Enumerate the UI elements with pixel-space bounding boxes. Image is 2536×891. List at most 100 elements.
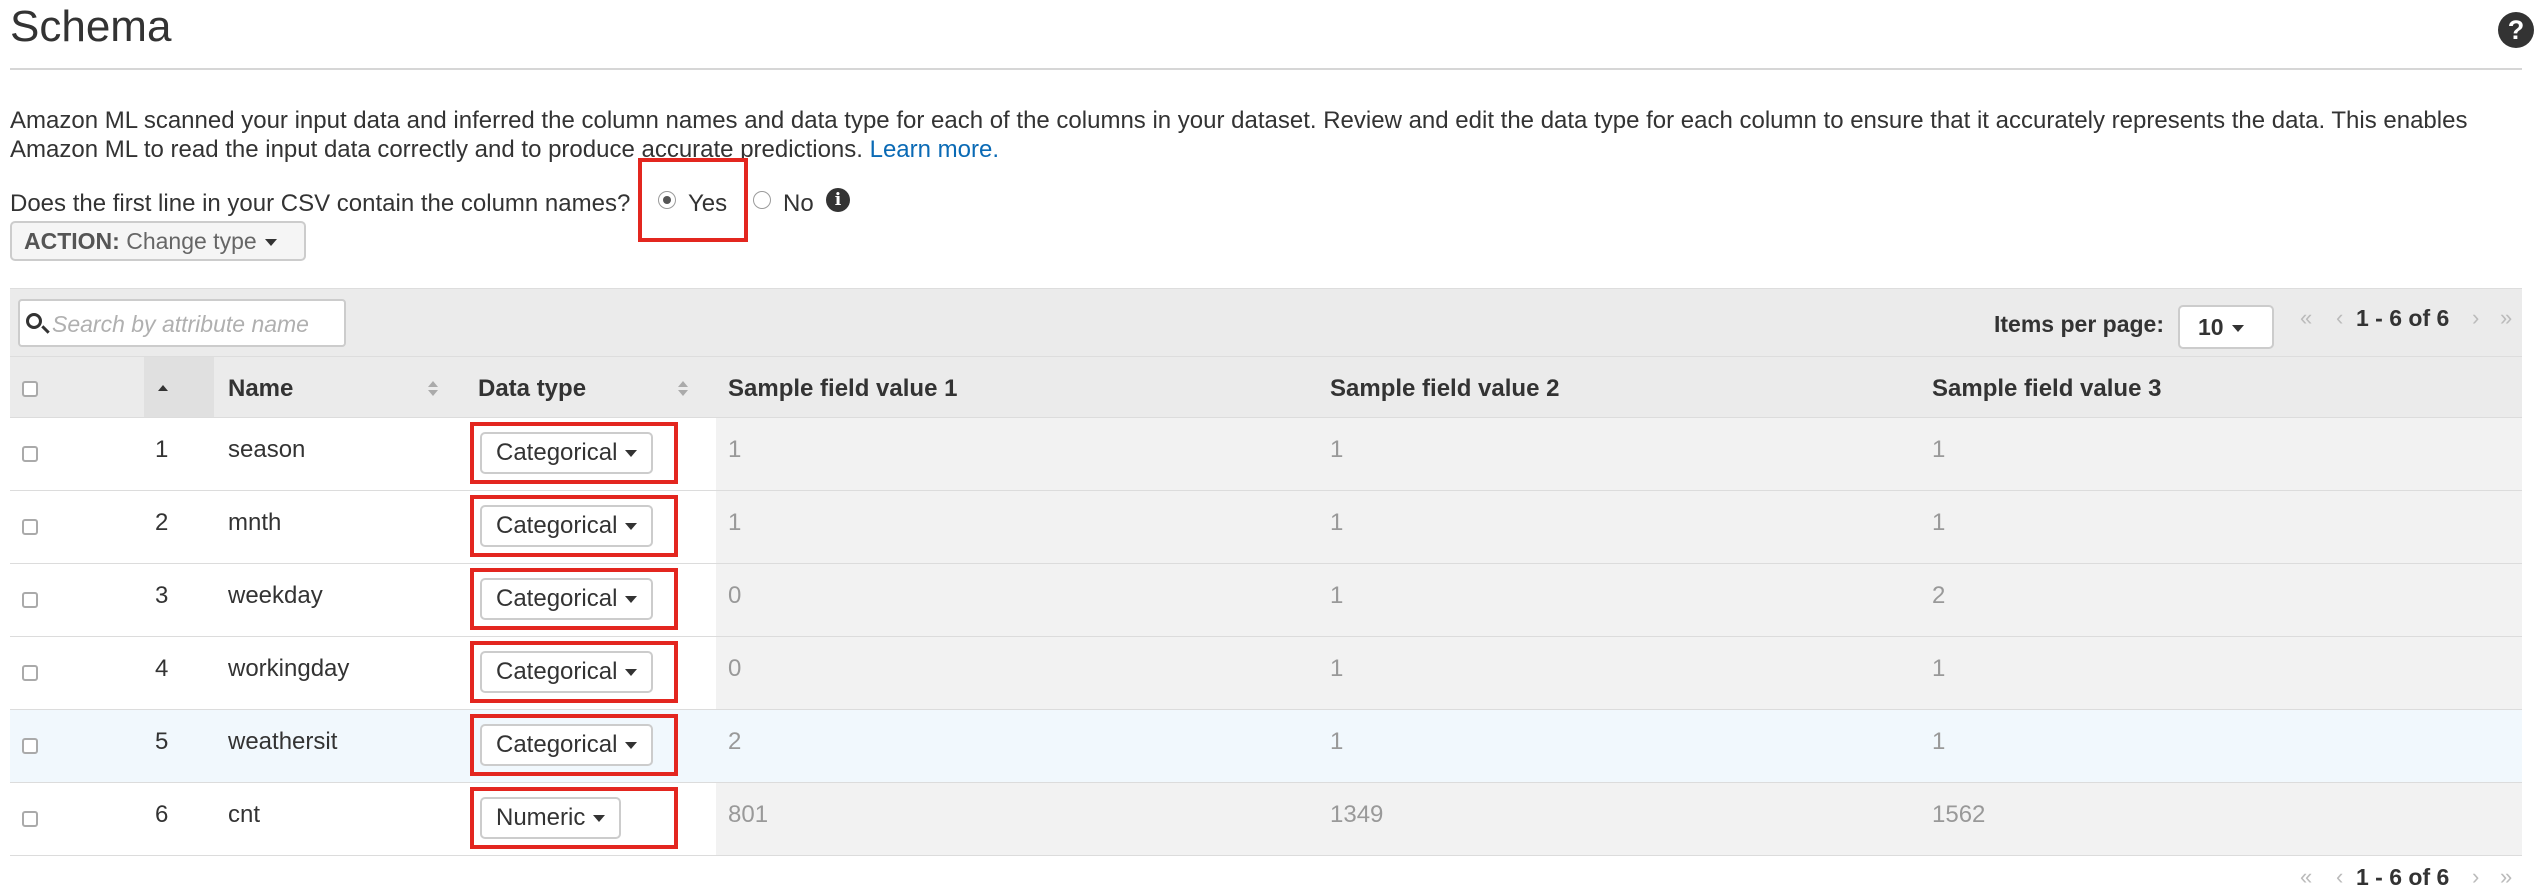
table-row[interactable]: 1 season Categorical 1 1 1 — [10, 417, 2522, 490]
sample-value-3: 1 — [1932, 509, 1946, 536]
row-checkbox[interactable] — [22, 592, 38, 608]
pager-prev-icon[interactable]: ‹ — [2336, 305, 2343, 331]
schema-page: Schema ? Amazon ML scanned your input da… — [10, 0, 2534, 890]
column-header-sample-3: Sample field value 3 — [1932, 375, 2162, 402]
column-header-sample-1: Sample field value 1 — [728, 375, 958, 402]
samples-background — [716, 418, 2522, 490]
sample-value-1: 801 — [728, 801, 769, 828]
data-type-value: Categorical — [496, 731, 618, 758]
row-checkbox[interactable] — [22, 738, 38, 754]
sample-value-1: 1 — [728, 509, 742, 536]
table-bottom-border — [10, 855, 2522, 856]
table-row[interactable]: 2 mnth Categorical 1 1 1 — [10, 490, 2522, 563]
pager-range: 1 - 6 of 6 — [2356, 864, 2450, 890]
sample-value-3: 1 — [1932, 655, 1946, 682]
action-label: ACTION: — [24, 228, 120, 254]
data-type-value: Categorical — [496, 658, 618, 685]
row-checkbox[interactable] — [22, 811, 38, 827]
samples-background — [716, 491, 2522, 563]
samples-background — [716, 783, 2522, 855]
table-row[interactable]: 4 workingday Categorical 0 1 1 — [10, 636, 2522, 709]
learn-more-link[interactable]: Learn more. — [870, 136, 999, 163]
action-dropdown[interactable]: ACTION: Change type — [10, 221, 306, 261]
data-type-select[interactable]: Categorical — [480, 505, 654, 547]
help-icon[interactable]: ? — [2498, 12, 2534, 48]
pager-next-icon[interactable]: › — [2472, 305, 2479, 331]
row-name: cnt — [228, 801, 261, 828]
action-value: Change type — [126, 228, 257, 254]
data-type-select[interactable]: Categorical — [480, 432, 654, 474]
data-type-select[interactable]: Categorical — [480, 578, 654, 620]
pager-first-icon[interactable]: « — [2300, 864, 2312, 890]
description-text: Amazon ML scanned your input data and in… — [10, 107, 2468, 163]
sample-value-2: 1 — [1330, 655, 1344, 682]
info-icon[interactable]: i — [826, 188, 850, 212]
row-index: 6 — [155, 801, 169, 828]
sort-icon[interactable] — [428, 381, 438, 397]
pager-range: 1 - 6 of 6 — [2356, 305, 2450, 331]
items-per-page-select[interactable]: 10 — [2178, 305, 2274, 349]
pager-next-icon[interactable]: › — [2472, 864, 2479, 890]
row-checkbox[interactable] — [22, 446, 38, 462]
column-header-sample-2: Sample field value 2 — [1330, 375, 1560, 402]
sample-value-1: 0 — [728, 655, 742, 682]
items-per-page-value: 10 — [2198, 314, 2224, 340]
radio-yes[interactable] — [658, 191, 676, 209]
chevron-down-icon — [625, 742, 638, 750]
chevron-down-icon — [625, 669, 638, 677]
pager-prev-icon[interactable]: ‹ — [2336, 864, 2343, 890]
data-type-select[interactable]: Categorical — [480, 651, 654, 693]
row-index: 5 — [155, 728, 169, 755]
row-name: weekday — [228, 582, 323, 609]
data-type-value: Categorical — [496, 512, 618, 539]
data-type-select[interactable]: Categorical — [480, 724, 654, 766]
select-all-checkbox[interactable] — [22, 381, 38, 397]
radio-yes-label[interactable]: Yes — [688, 190, 727, 218]
table-row[interactable]: 3 weekday Categorical 0 1 2 — [10, 563, 2522, 636]
data-type-value: Numeric — [496, 804, 586, 831]
chevron-down-icon — [625, 596, 638, 604]
sample-value-1: 0 — [728, 582, 742, 609]
row-name: mnth — [228, 509, 282, 536]
search-icon — [26, 313, 42, 329]
column-header-name[interactable]: Name — [228, 375, 293, 403]
radio-no[interactable] — [753, 191, 771, 209]
title-bar: Schema ? — [10, 0, 2534, 70]
sample-value-3: 2 — [1932, 582, 1946, 609]
page-title: Schema — [10, 2, 172, 51]
row-index: 4 — [155, 655, 169, 682]
data-type-select[interactable]: Numeric — [480, 797, 622, 839]
chevron-down-icon — [264, 239, 277, 247]
table-row[interactable]: 6 cnt Numeric 801 1349 1562 — [10, 782, 2522, 855]
sort-asc-icon[interactable] — [158, 385, 168, 391]
search-box[interactable] — [18, 299, 346, 347]
row-index: 3 — [155, 582, 169, 609]
sample-value-2: 1 — [1330, 509, 1344, 536]
chevron-down-icon — [593, 815, 606, 823]
sample-value-3: 1 — [1932, 728, 1946, 755]
radio-no-label[interactable]: No — [783, 190, 814, 218]
sample-value-3: 1562 — [1932, 801, 1986, 828]
row-name: workingday — [228, 655, 350, 682]
row-index: 2 — [155, 509, 169, 536]
sort-icon[interactable] — [678, 381, 688, 397]
search-input[interactable] — [52, 309, 332, 339]
row-name: weathersit — [228, 728, 338, 755]
sample-value-1: 1 — [728, 436, 742, 463]
schema-description: Amazon ML scanned your input data and in… — [10, 106, 2520, 164]
row-checkbox[interactable] — [22, 665, 38, 681]
chevron-down-icon — [2231, 325, 2244, 333]
index-sort-column[interactable] — [144, 357, 214, 417]
chevron-down-icon — [625, 450, 638, 458]
pager-last-icon[interactable]: » — [2500, 864, 2512, 890]
row-checkbox[interactable] — [22, 519, 38, 535]
chevron-down-icon — [625, 523, 638, 531]
table-row[interactable]: 5 weathersit Categorical 2 1 1 — [10, 709, 2522, 782]
pager-first-icon[interactable]: « — [2300, 305, 2312, 331]
pager-last-icon[interactable]: » — [2500, 305, 2512, 331]
header-question-text: Does the first line in your CSV contain … — [10, 190, 631, 217]
column-header-data-type[interactable]: Data type — [478, 375, 586, 403]
row-index: 1 — [155, 436, 169, 463]
data-type-value: Categorical — [496, 585, 618, 612]
sample-value-3: 1 — [1932, 436, 1946, 463]
